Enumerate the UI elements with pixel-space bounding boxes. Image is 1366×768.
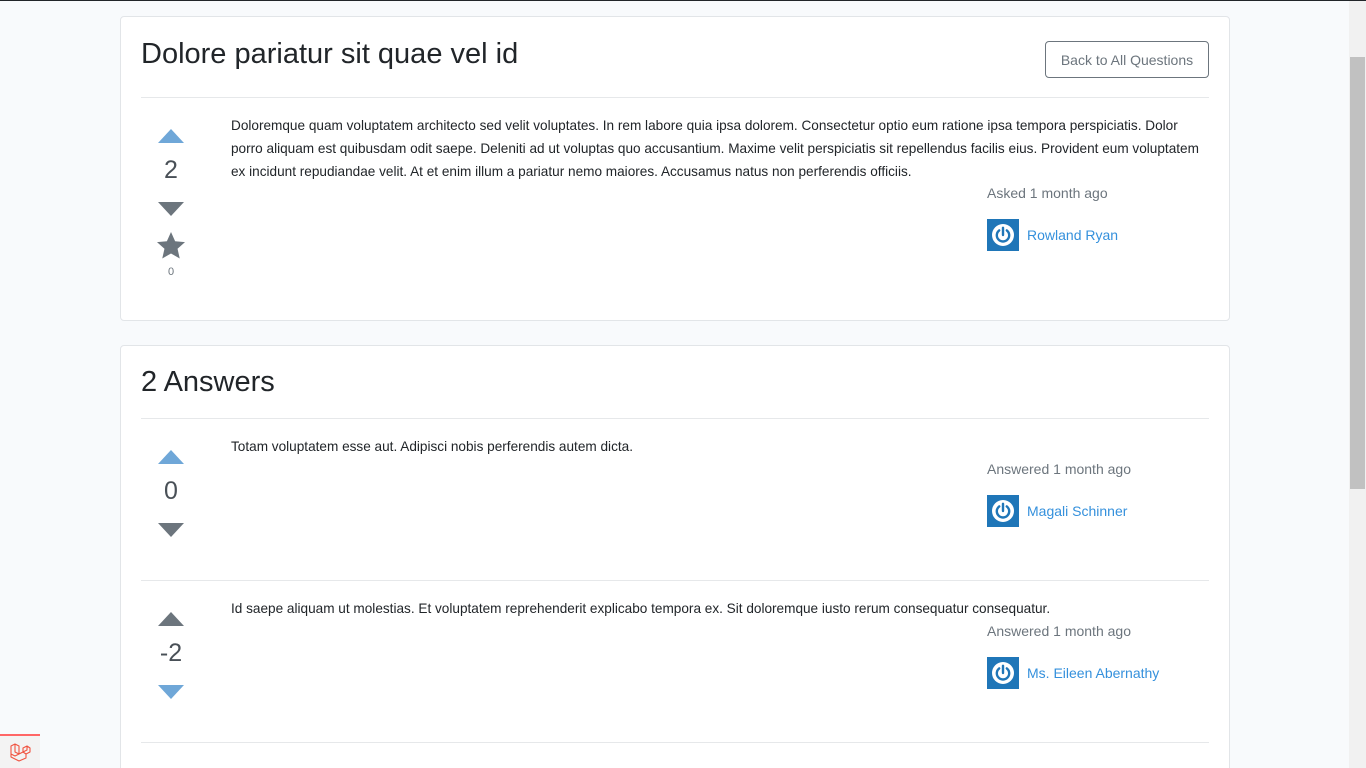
divider xyxy=(141,580,1209,581)
question-vote-controls: 2 0 xyxy=(141,129,201,278)
answered-time: Answered 1 month ago xyxy=(987,461,1131,477)
divider xyxy=(141,418,1209,419)
scrollbar[interactable] xyxy=(1349,1,1366,768)
author-link[interactable]: Magali Schinner xyxy=(1027,503,1127,519)
avatar[interactable] xyxy=(987,219,1019,251)
avatar[interactable] xyxy=(987,657,1019,689)
power-avatar-icon xyxy=(992,224,1014,246)
answer-author-info: Answered 1 month ago Magali Schinner xyxy=(987,461,1207,527)
question-card: Dolore pariatur sit quae vel id Back to … xyxy=(120,16,1230,321)
answered-time: Answered 1 month ago xyxy=(987,623,1131,639)
star-icon[interactable] xyxy=(155,230,187,262)
answers-card: 2 Answers 0 Totam voluptatem esse aut. A… xyxy=(120,345,1230,768)
answer-vote-count: -2 xyxy=(159,639,183,667)
author-block: Ms. Eileen Abernathy xyxy=(987,657,1207,689)
asked-time: Asked 1 month ago xyxy=(987,185,1108,201)
debugbar-toggle[interactable] xyxy=(0,734,40,768)
avatar[interactable] xyxy=(987,495,1019,527)
question-vote-count: 2 xyxy=(164,156,178,184)
caret-down-icon[interactable] xyxy=(158,523,184,537)
favorites-count: 0 xyxy=(167,266,175,278)
answer-vote-count: 0 xyxy=(164,477,178,505)
answer-vote-controls: 0 xyxy=(141,450,201,537)
power-avatar-icon xyxy=(992,500,1014,522)
author-link[interactable]: Rowland Ryan xyxy=(1027,227,1118,243)
caret-up-icon[interactable] xyxy=(158,129,184,143)
scrollbar-thumb[interactable] xyxy=(1350,57,1365,489)
power-avatar-icon xyxy=(992,662,1014,684)
answer-vote-controls: -2 xyxy=(141,612,201,699)
author-block: Magali Schinner xyxy=(987,495,1207,527)
answer-body: Totam voluptatem esse aut. Adipisci nobi… xyxy=(231,439,633,454)
question-body: Doloremque quam voluptatem architecto se… xyxy=(231,118,1199,179)
caret-up-icon[interactable] xyxy=(158,612,184,626)
answer-author-info: Answered 1 month ago Ms. Eileen Abernath… xyxy=(987,623,1207,689)
question-author-info: Asked 1 month ago Rowland Ryan xyxy=(987,185,1207,251)
divider xyxy=(141,742,1209,743)
laravel-icon xyxy=(10,743,31,762)
author-link[interactable]: Ms. Eileen Abernathy xyxy=(1027,665,1159,681)
author-block: Rowland Ryan xyxy=(987,219,1207,251)
question-title: Dolore pariatur sit quae vel id xyxy=(141,38,519,70)
caret-up-icon[interactable] xyxy=(158,450,184,464)
caret-down-icon[interactable] xyxy=(158,202,184,216)
divider xyxy=(141,97,1209,98)
answers-title: 2 Answers xyxy=(141,366,275,398)
back-to-all-questions-button[interactable]: Back to All Questions xyxy=(1045,41,1209,78)
caret-down-icon[interactable] xyxy=(158,685,184,699)
answer-body: Id saepe aliquam ut molestias. Et volupt… xyxy=(231,601,1051,616)
